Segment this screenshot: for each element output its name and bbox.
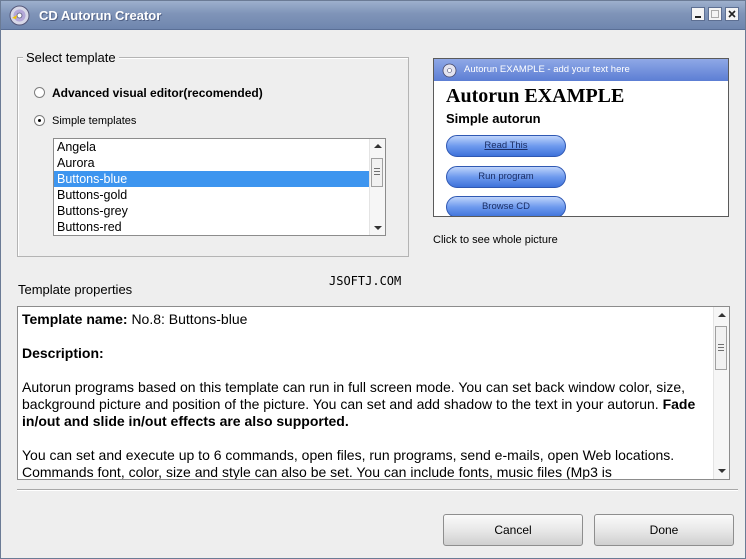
cd-icon	[442, 63, 457, 78]
list-item[interactable]: Buttons-grey	[54, 203, 369, 219]
template-name-value: No.8: Buttons-blue	[131, 311, 248, 327]
preview-run-program-button: Run program	[446, 166, 566, 188]
app-window: CD Autorun Creator Select template Advan…	[0, 0, 746, 559]
description-paragraph-2: You can set and execute up to 6 commands…	[22, 447, 675, 480]
cancel-button[interactable]: Cancel	[443, 514, 583, 546]
maximize-button[interactable]	[708, 7, 722, 21]
template-properties-title: Template properties	[18, 282, 133, 297]
maximize-icon	[711, 10, 719, 18]
preview-browse-cd-button: Browse CD	[446, 196, 566, 216]
title-bar[interactable]: CD Autorun Creator	[1, 1, 745, 30]
preview-title-bar: Autorun EXAMPLE - add your text here	[434, 59, 728, 81]
close-button[interactable]	[725, 7, 739, 21]
list-item[interactable]: Buttons-gold	[54, 187, 369, 203]
done-button[interactable]: Done	[594, 514, 734, 546]
preview-caption: Click to see whole picture	[433, 234, 558, 246]
radio-simple-templates-label[interactable]: Simple templates	[52, 115, 136, 127]
scroll-down-icon[interactable]	[374, 226, 382, 230]
scroll-thumb[interactable]	[715, 326, 727, 370]
scroll-up-icon[interactable]	[718, 313, 726, 317]
list-item[interactable]: Buttons-red	[54, 219, 369, 235]
description-paragraph-1: Autorun programs based on this template …	[22, 379, 686, 412]
preview-subheading: Simple autorun	[446, 111, 541, 126]
properties-scrollbar[interactable]	[713, 307, 729, 479]
preview-read-this-button: Read This	[446, 135, 566, 157]
close-icon	[728, 10, 736, 18]
window-title: CD Autorun Creator	[39, 8, 162, 23]
cd-icon	[9, 5, 30, 26]
preview-window-title: Autorun EXAMPLE - add your text here	[464, 64, 630, 75]
template-name-label: Template name:	[22, 311, 128, 327]
minimize-button[interactable]	[691, 7, 705, 21]
watermark-text: JSOFTJ.COM	[329, 274, 402, 288]
template-listbox[interactable]: Angela Aurora Buttons-blue Buttons-gold …	[53, 138, 386, 236]
list-item[interactable]: Angela	[54, 139, 369, 155]
scroll-down-icon[interactable]	[718, 469, 726, 473]
template-preview-image[interactable]: Autorun EXAMPLE - add your text here Aut…	[433, 58, 729, 217]
scroll-up-icon[interactable]	[374, 144, 382, 148]
radio-advanced-editor[interactable]	[34, 87, 45, 98]
radio-simple-templates[interactable]	[34, 115, 45, 126]
preview-heading: Autorun EXAMPLE	[446, 85, 625, 107]
template-list-scrollbar[interactable]	[369, 139, 385, 235]
list-item[interactable]: Aurora	[54, 155, 369, 171]
minimize-icon	[695, 16, 701, 18]
description-label: Description:	[22, 345, 104, 361]
radio-advanced-editor-label[interactable]: Advanced visual editor(recomended)	[52, 86, 263, 100]
list-item-selected[interactable]: Buttons-blue	[54, 171, 369, 187]
select-template-title: Select template	[23, 50, 119, 65]
separator-line	[17, 489, 738, 491]
scroll-thumb[interactable]	[371, 158, 383, 187]
template-properties-textbox[interactable]: Template name: No.8: Buttons-blue Descri…	[17, 306, 730, 480]
template-properties-content: Template name: No.8: Buttons-blue Descri…	[22, 311, 712, 480]
